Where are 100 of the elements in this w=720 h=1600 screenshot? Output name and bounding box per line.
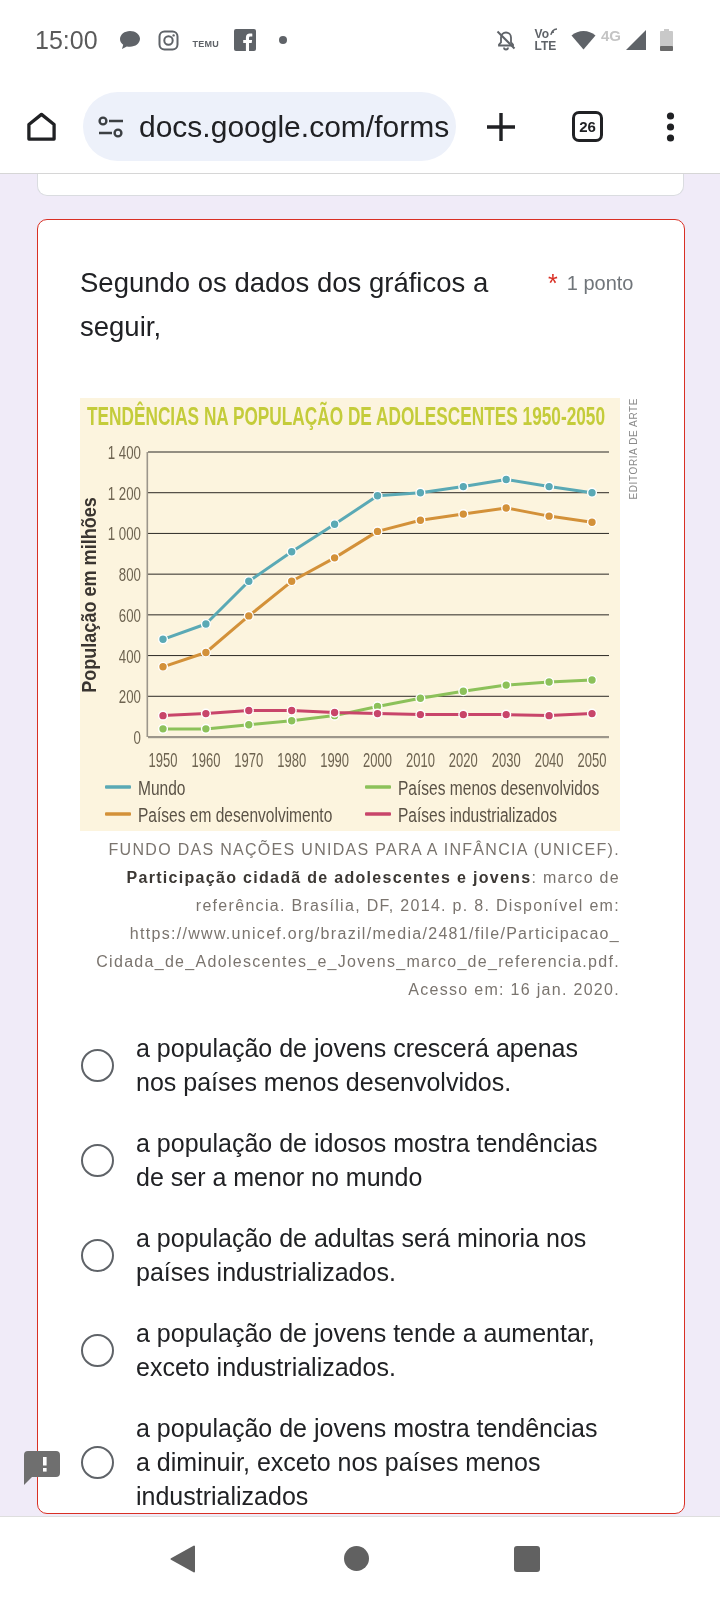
data-point [329, 519, 340, 530]
data-point [544, 481, 555, 492]
data-point [415, 693, 426, 704]
back-icon[interactable] [170, 1544, 195, 1573]
data-point [458, 509, 469, 520]
plus-icon[interactable] [487, 112, 515, 141]
data-point [286, 546, 297, 557]
option-label[interactable]: a população de adultas será minoria nos países industrializados. [136, 1221, 606, 1289]
recents-square-icon[interactable] [514, 1545, 540, 1572]
radio-button[interactable] [81, 1445, 114, 1479]
y-tick-label: 400 [118, 645, 141, 667]
data-point [157, 723, 169, 734]
battery-icon [660, 29, 673, 51]
clock-text: 15:00 [35, 25, 98, 55]
credit-text: EDITORIA DE ARTE [628, 398, 639, 500]
x-tick-label: 1960 [191, 749, 221, 772]
x-tick-label: 1990 [320, 749, 350, 772]
y-tick-label: 800 [118, 563, 141, 585]
data-point [415, 709, 426, 720]
data-point [586, 487, 598, 498]
radio-button[interactable] [81, 1238, 114, 1272]
home-icon[interactable] [26, 111, 57, 142]
source-citation: FUNDO DAS NAÇÕES UNIDAS PARA A INFÂNCIA (UNICEF). Participação cidadã de adolescentes e jovens: marco de referência. Brasília, DF, 2014. p. 8. Disponível em: https://www.unicef.org/brazil/media/2481/file/Participacao_ Cidada_de_Adolescentes_e_Jovens_marco_de_referencia.pdf. Acesso em: 16 jan. 2020. [95, 839, 620, 1000]
address-bar[interactable]: docs.google.com/forms [83, 92, 456, 161]
y-tick-label: 600 [118, 604, 141, 626]
option-label[interactable]: a população de jovens mostra tendências a diminuir, exceto nos países menos industrializados [136, 1411, 606, 1513]
camera-icon [157, 29, 179, 51]
data-point [544, 511, 555, 522]
chat-bubble-icon [118, 30, 141, 50]
y-tick-label: 1 000 [107, 523, 141, 544]
network-label: LTE [534, 40, 557, 52]
legend-label: Países menos desenvolvidos [398, 775, 600, 800]
app-logo-icon [233, 29, 256, 51]
data-point [372, 708, 383, 719]
data-point [157, 710, 169, 721]
alert-bubble-icon[interactable] [24, 1451, 60, 1485]
data-point [415, 487, 426, 498]
data-point [243, 719, 254, 730]
data-point [372, 526, 383, 537]
site-settings-icon[interactable] [98, 115, 124, 138]
data-point [415, 515, 426, 526]
data-point [200, 618, 211, 630]
option-label[interactable]: a população de jovens crescerá apenas nos países menos desenvolvidos. [136, 1031, 606, 1099]
x-tick-label: 1980 [277, 749, 307, 772]
tab-switcher-button[interactable]: 26 [572, 111, 603, 142]
radio-button[interactable] [81, 1048, 114, 1082]
data-point [458, 481, 469, 492]
legend-label: Mundo [138, 775, 186, 800]
required-asterisk: * [548, 268, 558, 299]
network-label: Vo [534, 28, 549, 40]
data-point [501, 709, 512, 720]
y-tick-label: 1 400 [107, 441, 141, 463]
question-text: Segundo os dados dos gráficos a seguir, [80, 266, 490, 344]
wifi-icon [571, 30, 596, 50]
legend-label: Países em desenvolvimento [138, 802, 333, 827]
points-label: 1 ponto [566, 271, 634, 296]
option-label[interactable]: a população de idosos mostra tendências de ser a menor no mundo [136, 1126, 606, 1194]
more-options-icon[interactable] [666, 111, 675, 142]
data-point [157, 661, 169, 672]
home-circle-icon[interactable] [344, 1546, 369, 1571]
data-point [243, 610, 254, 621]
x-tick-label: 1970 [234, 749, 264, 772]
app-logo-text: TEMU [192, 38, 219, 49]
data-point [329, 552, 340, 563]
data-point [243, 576, 254, 587]
data-point [286, 705, 297, 716]
data-point [372, 490, 383, 501]
data-point [286, 715, 297, 726]
bell-off-icon [494, 29, 517, 51]
data-point [586, 517, 598, 528]
x-tick-label: 2050 [577, 749, 607, 772]
data-point [200, 647, 211, 658]
network-type-label: 4G [601, 27, 621, 44]
data-point [458, 686, 469, 697]
data-point [243, 705, 254, 716]
data-point [586, 708, 598, 719]
axis-title: População em milhões [80, 497, 101, 693]
data-point [544, 710, 555, 721]
data-point [501, 680, 512, 691]
x-tick-label: 1950 [148, 749, 178, 772]
y-tick-label: 200 [118, 685, 141, 707]
data-point [458, 709, 469, 720]
signal-arcs-icon [550, 28, 558, 36]
dot-icon [278, 36, 287, 44]
y-tick-label: 1 200 [107, 482, 141, 504]
radio-button[interactable] [81, 1143, 114, 1177]
data-point [200, 708, 211, 719]
x-tick-label: 2040 [534, 749, 564, 772]
data-point [501, 474, 512, 485]
signal-icon [626, 30, 646, 50]
x-tick-label: 2010 [405, 749, 435, 772]
x-tick-label: 2000 [363, 749, 392, 772]
y-tick-label: 0 [133, 726, 141, 748]
data-point [586, 674, 598, 686]
option-label[interactable]: a população de jovens tende a aumentar, exceto industrializados. [136, 1316, 606, 1384]
legend-label: Países industrializados [398, 802, 557, 827]
data-point [501, 502, 512, 514]
x-tick-label: 2030 [491, 749, 521, 772]
data-point [544, 676, 555, 688]
radio-button[interactable] [81, 1333, 114, 1367]
